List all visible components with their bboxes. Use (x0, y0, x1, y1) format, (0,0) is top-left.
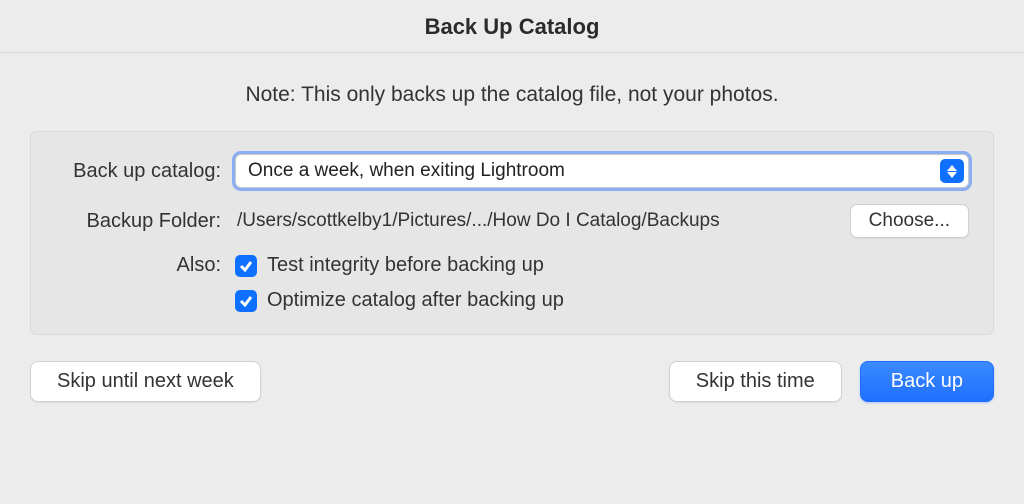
backup-catalog-label: Back up catalog: (55, 160, 235, 183)
backup-catalog-row: Back up catalog: Once a week, when exiti… (55, 154, 969, 188)
choose-button[interactable]: Choose... (850, 204, 969, 238)
window-title: Back Up Catalog (0, 14, 1024, 40)
skip-until-next-week-button[interactable]: Skip until next week (30, 361, 261, 402)
backup-folder-path: /Users/scottkelby1/Pictures/.../How Do I… (235, 210, 838, 232)
skip-this-time-button[interactable]: Skip this time (669, 361, 842, 402)
optimize-checkbox[interactable] (235, 290, 257, 312)
backup-folder-label: Backup Folder: (55, 210, 235, 233)
check-icon (239, 294, 253, 308)
select-value: Once a week, when exiting Lightroom (248, 160, 565, 182)
optimize-label: Optimize catalog after backing up (267, 289, 564, 312)
back-up-button[interactable]: Back up (860, 361, 994, 402)
test-integrity-label: Test integrity before backing up (267, 254, 544, 277)
optimize-row: Optimize catalog after backing up (55, 289, 969, 312)
backup-folder-row: Backup Folder: /Users/scottkelby1/Pictur… (55, 204, 969, 238)
button-bar: Skip until next week Skip this time Back… (0, 361, 1024, 402)
note-text: Note: This only backs up the catalog fil… (0, 83, 1024, 107)
check-icon (239, 259, 253, 273)
test-integrity-checkbox[interactable] (235, 255, 257, 277)
backup-frequency-select[interactable]: Once a week, when exiting Lightroom (235, 154, 969, 188)
title-bar: Back Up Catalog (0, 0, 1024, 53)
also-label: Also: (55, 254, 235, 277)
updown-arrow-icon (940, 159, 964, 183)
test-integrity-row: Also: Test integrity before backing up (55, 254, 969, 277)
settings-panel: Back up catalog: Once a week, when exiti… (30, 131, 994, 335)
